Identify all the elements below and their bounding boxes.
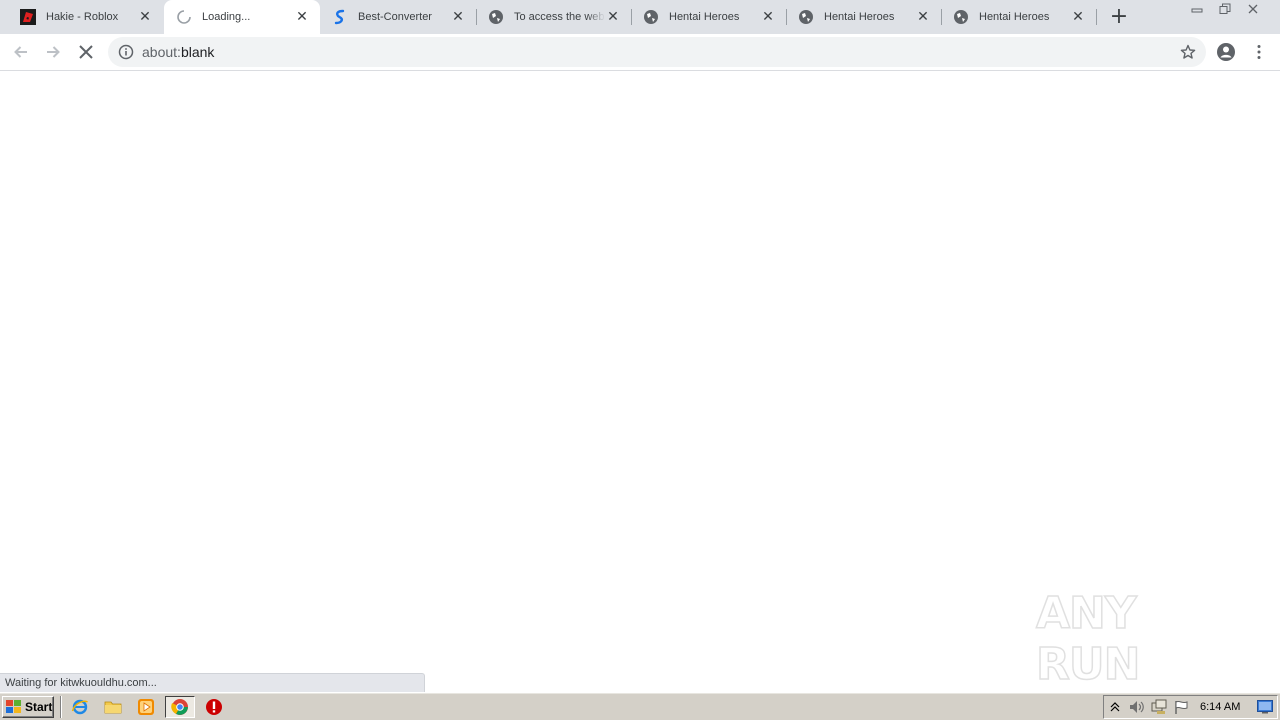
close-tab-icon[interactable]: ✕ bbox=[450, 9, 466, 25]
file-explorer-icon[interactable] bbox=[102, 697, 124, 717]
best-converter-icon bbox=[332, 9, 348, 25]
stop-loading-button[interactable] bbox=[73, 39, 99, 65]
restore-button[interactable] bbox=[1211, 0, 1239, 17]
media-player-icon[interactable] bbox=[135, 697, 157, 717]
new-tab-button[interactable]: + bbox=[1108, 6, 1130, 28]
windows-logo-icon bbox=[6, 700, 21, 713]
system-tray: 6:14 AM bbox=[1103, 695, 1278, 719]
tab-separator bbox=[1096, 9, 1097, 25]
clock[interactable]: 6:14 AM bbox=[1200, 701, 1240, 713]
tab-2[interactable]: Best-Converter ✕ bbox=[320, 0, 476, 34]
back-arrow-icon bbox=[14, 46, 27, 58]
loading-spinner-icon bbox=[176, 9, 192, 25]
start-label: Start bbox=[25, 700, 53, 714]
profile-button[interactable] bbox=[1213, 39, 1239, 65]
browser-toolbar: about:blank bbox=[0, 34, 1280, 71]
bookmark-star-icon[interactable] bbox=[1180, 44, 1196, 60]
more-vert-icon bbox=[1257, 45, 1261, 59]
close-tab-icon[interactable]: ✕ bbox=[760, 9, 776, 25]
close-tab-icon[interactable]: ✕ bbox=[137, 9, 153, 25]
taskbar-separator bbox=[60, 696, 62, 718]
roblox-icon bbox=[20, 9, 36, 25]
globe-icon bbox=[798, 9, 814, 25]
chrome-taskbar-button[interactable] bbox=[165, 696, 195, 718]
menu-button[interactable] bbox=[1246, 39, 1272, 65]
close-tab-icon[interactable]: ✕ bbox=[605, 9, 621, 25]
stop-icon bbox=[79, 45, 93, 59]
watermark-text: ANY RUN bbox=[1035, 587, 1141, 691]
tab-strip: Hakie - Roblox ✕ Loading... ✕ Best-Conve… bbox=[0, 0, 1280, 34]
tab-4[interactable]: Hentai Heroes ✕ bbox=[631, 0, 786, 34]
action-center-flag-icon[interactable] bbox=[1170, 697, 1192, 717]
internet-explorer-icon[interactable] bbox=[69, 697, 91, 717]
taskbar: Start 6:14 AM bbox=[0, 692, 1280, 720]
tab-title: Hentai Heroes bbox=[979, 11, 1050, 23]
tab-title: Hentai Heroes bbox=[669, 11, 740, 23]
close-tab-icon[interactable]: ✕ bbox=[1070, 9, 1086, 25]
network-icon[interactable] bbox=[1148, 697, 1170, 717]
tab-title: Hakie - Roblox bbox=[46, 11, 119, 23]
tab-title: Hentai Heroes bbox=[824, 11, 895, 23]
forward-arrow-icon bbox=[47, 46, 60, 58]
chrome-icon bbox=[171, 699, 188, 715]
url-host: blank bbox=[180, 44, 215, 60]
screen: Hakie - Roblox ✕ Loading... ✕ Best-Conve… bbox=[0, 0, 1280, 720]
globe-icon bbox=[953, 9, 969, 25]
forward-button[interactable] bbox=[40, 39, 66, 65]
account-circle-icon bbox=[1217, 43, 1235, 61]
volume-icon[interactable] bbox=[1126, 697, 1148, 717]
close-tab-icon[interactable]: ✕ bbox=[915, 9, 931, 25]
globe-icon bbox=[643, 9, 659, 25]
window-controls bbox=[1183, 0, 1275, 18]
close-window-button[interactable] bbox=[1239, 0, 1267, 17]
status-bubble: Waiting for kitwkuouldhu.com... bbox=[0, 673, 425, 692]
tab-1[interactable]: Loading... ✕ bbox=[164, 0, 320, 34]
globe-icon bbox=[488, 9, 504, 25]
tab-0[interactable]: Hakie - Roblox ✕ bbox=[8, 0, 163, 34]
anyrun-watermark: ANY RUN bbox=[1035, 587, 1236, 691]
back-button[interactable] bbox=[8, 39, 34, 65]
tab-title: Best-Converter bbox=[358, 11, 432, 23]
opera-stop-icon[interactable] bbox=[203, 697, 225, 717]
url-scheme: about: bbox=[142, 44, 181, 60]
tab-5[interactable]: Hentai Heroes ✕ bbox=[786, 0, 941, 34]
start-button[interactable]: Start bbox=[2, 696, 54, 718]
url-text: about:blank bbox=[142, 44, 214, 60]
tab-3[interactable]: To access the web ✕ bbox=[476, 0, 631, 34]
address-bar[interactable]: about:blank bbox=[108, 37, 1206, 67]
minimize-button[interactable] bbox=[1183, 0, 1211, 17]
show-desktop-icon[interactable] bbox=[1257, 700, 1273, 714]
show-hidden-icons-icon[interactable] bbox=[1104, 697, 1126, 717]
tab-title: To access the web bbox=[514, 11, 605, 23]
close-tab-icon[interactable]: ✕ bbox=[294, 9, 310, 25]
tab-6[interactable]: Hentai Heroes ✕ bbox=[941, 0, 1096, 34]
tab-title: Loading... bbox=[202, 11, 251, 23]
info-icon[interactable] bbox=[118, 44, 134, 60]
